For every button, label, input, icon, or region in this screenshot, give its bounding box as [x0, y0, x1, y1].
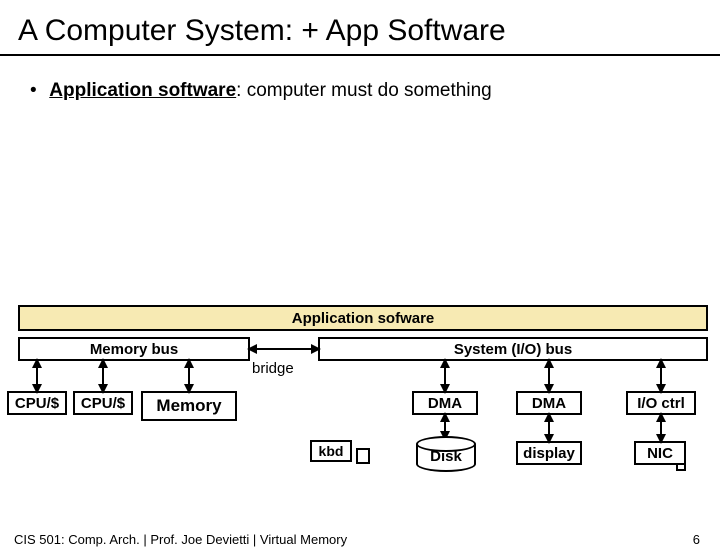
bullet-bold: Application software: [49, 80, 236, 101]
io-ctrl: I/O ctrl: [626, 391, 696, 415]
memory-bus: Memory bus: [18, 337, 250, 361]
memory-box: Memory: [141, 391, 237, 421]
disk-label: Disk: [416, 448, 476, 465]
app-software-bar: Application sofware: [18, 305, 708, 331]
dma-2: DMA: [516, 391, 582, 415]
kbd-box: kbd: [310, 440, 352, 462]
cpu-1: CPU/$: [7, 391, 67, 415]
nic-port-icon: [676, 463, 686, 471]
diagram: Application sofware Memory bus System (I…: [0, 305, 720, 505]
cpu-2: CPU/$: [73, 391, 133, 415]
dma-1: DMA: [412, 391, 478, 415]
slide-title: A Computer System: + App Software: [0, 0, 720, 56]
system-io-bus: System (I/O) bus: [318, 337, 708, 361]
bullet-line: • Application software: computer must do…: [30, 80, 720, 102]
display-box: display: [516, 441, 582, 465]
bridge-label: bridge: [252, 360, 294, 377]
bullet-rest: : computer must do something: [236, 80, 492, 101]
disk-cylinder: Disk: [416, 436, 476, 472]
bullet-marker: •: [30, 80, 44, 102]
nic-box: NIC: [634, 441, 686, 465]
kbd-port-icon: [356, 448, 370, 464]
